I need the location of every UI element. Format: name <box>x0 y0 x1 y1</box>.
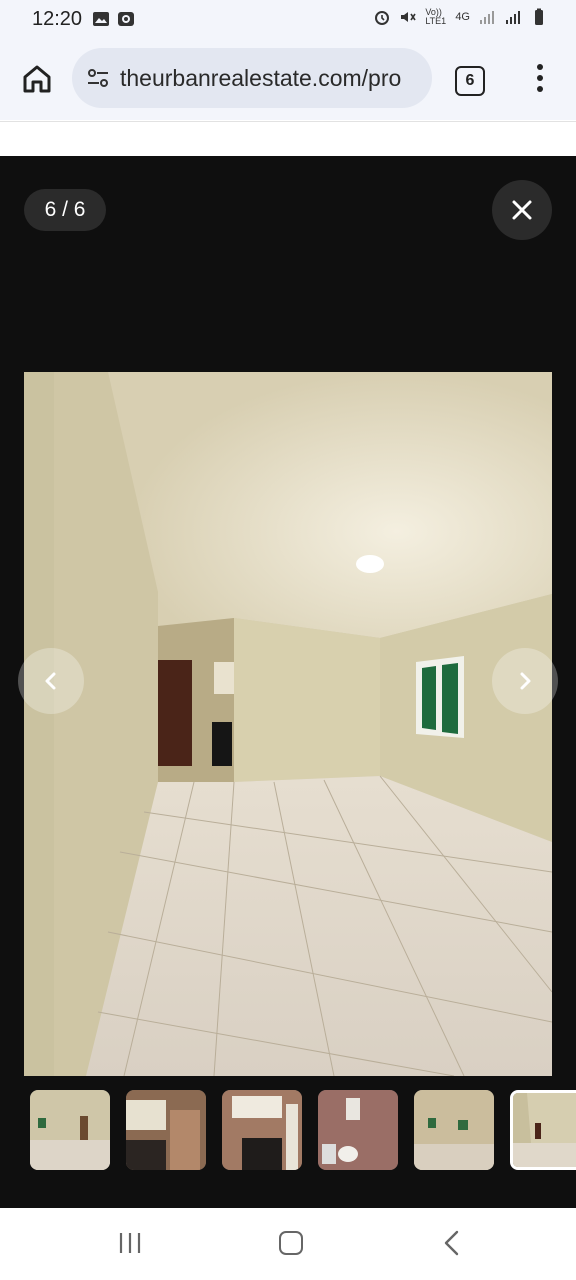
signal-icon <box>478 8 496 26</box>
recents-button[interactable] <box>118 1232 142 1254</box>
back-button[interactable] <box>440 1230 464 1256</box>
record-icon <box>117 10 135 28</box>
thumb-living-room[interactable] <box>30 1090 110 1170</box>
menu-dot-icon <box>537 75 543 81</box>
thumb-kitchen-cabinets[interactable] <box>222 1090 302 1170</box>
address-bar[interactable]: theurbanrealestate.com/pro <box>72 48 432 108</box>
volte-icon: Vo)) LTE1 <box>425 7 447 26</box>
tab-switcher-button[interactable]: 6 <box>455 66 485 96</box>
status-bar: 12:20 Vo)) LTE1 4G <box>0 0 576 40</box>
alarm-icon <box>373 8 391 26</box>
image-lightbox: 6 / 6 <box>0 156 576 1208</box>
thumb-bedroom[interactable] <box>414 1090 494 1170</box>
previous-image-button[interactable] <box>18 648 84 714</box>
browser-toolbar: theurbanrealestate.com/pro 6 <box>0 40 576 120</box>
close-icon <box>512 200 532 220</box>
thumb-kitchen[interactable] <box>126 1090 206 1170</box>
home-button[interactable] <box>20 62 54 96</box>
4g-icon: 4G <box>455 11 470 23</box>
thumb-hallway[interactable] <box>510 1090 576 1170</box>
thumbnail-strip[interactable] <box>30 1090 576 1172</box>
image-counter: 6 / 6 <box>24 189 106 231</box>
back-icon <box>444 1230 459 1256</box>
recents-icon <box>119 1233 141 1253</box>
chevron-left-icon <box>45 672 56 690</box>
menu-dot-icon <box>537 64 543 70</box>
next-image-button[interactable] <box>492 648 558 714</box>
site-settings-icon[interactable] <box>86 66 110 90</box>
main-photo <box>24 372 552 1076</box>
more-menu-button[interactable] <box>530 64 550 96</box>
page-content-top <box>0 121 576 157</box>
status-time: 12:20 <box>32 8 83 30</box>
home-icon <box>23 65 51 93</box>
menu-dot-icon <box>537 86 543 92</box>
close-button[interactable] <box>492 180 552 240</box>
mute-icon <box>399 8 417 26</box>
chevron-right-icon <box>520 672 531 690</box>
battery-icon <box>530 8 548 26</box>
thumb-bathroom[interactable] <box>318 1090 398 1170</box>
system-nav-bar <box>0 1208 576 1280</box>
system-home-button[interactable] <box>279 1231 303 1255</box>
url-text[interactable]: theurbanrealestate.com/pro <box>120 65 420 93</box>
signal-r-icon <box>504 8 522 26</box>
image-icon <box>92 10 110 28</box>
room-photo-image <box>24 372 552 1076</box>
